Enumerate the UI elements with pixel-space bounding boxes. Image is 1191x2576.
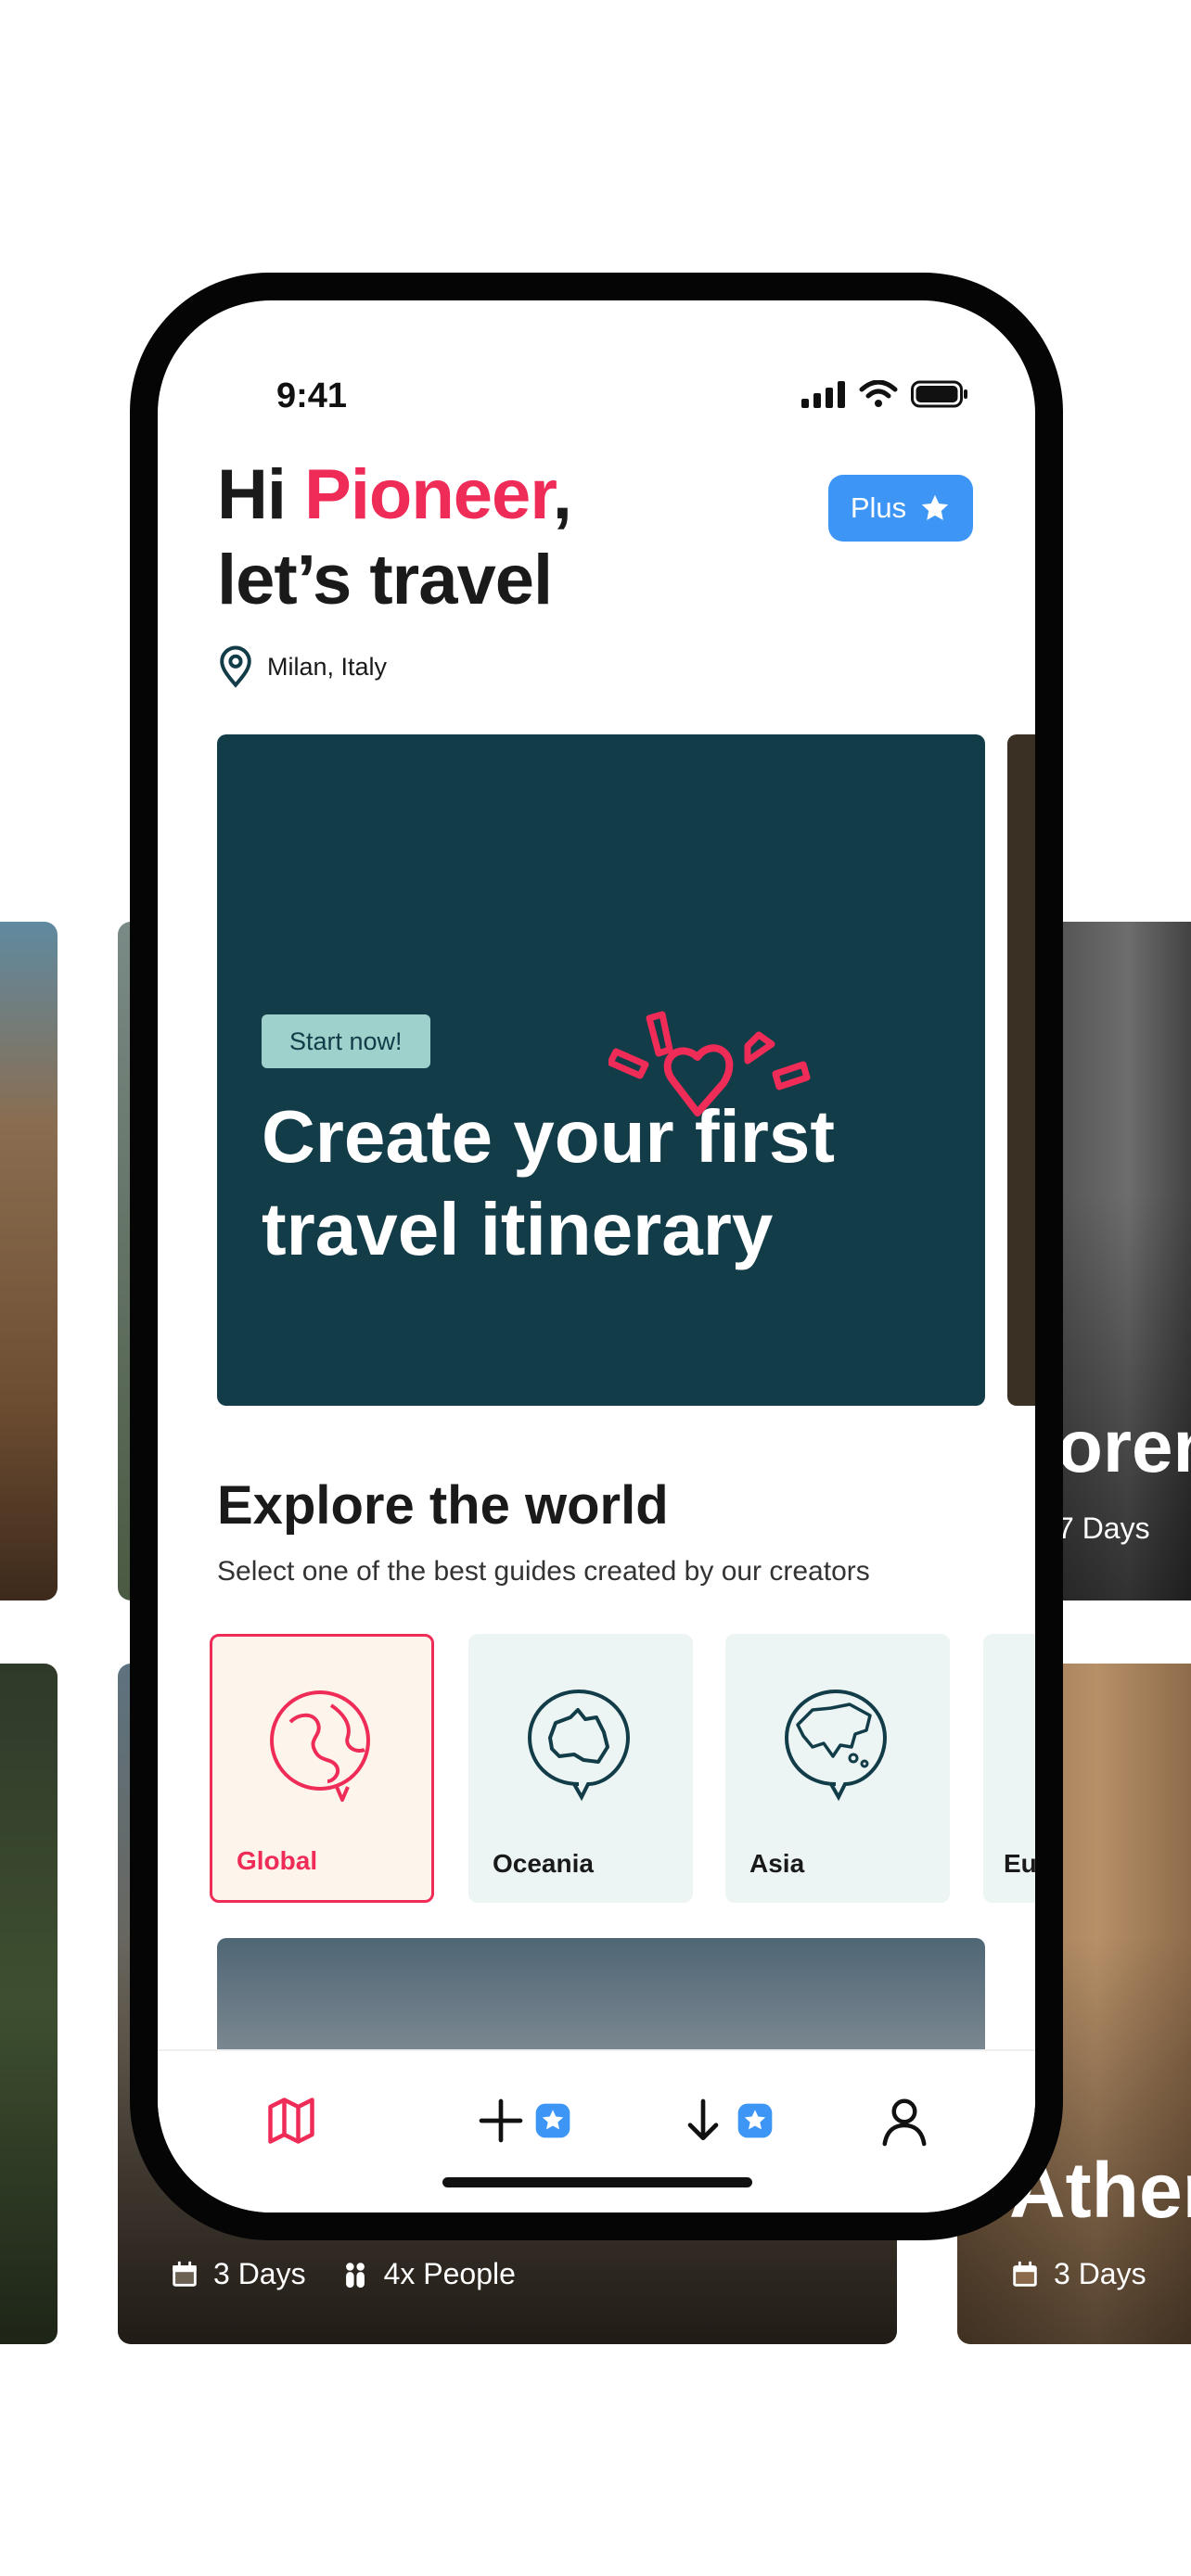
greeting-prefix: Hi <box>217 455 305 534</box>
calendar-icon <box>1013 2261 1037 2287</box>
premium-star-icon <box>535 2103 570 2138</box>
bg-card-meta: 7 Days <box>1057 1511 1150 1546</box>
calendar-icon <box>173 2261 197 2287</box>
greeting-line2: let’s travel <box>217 541 553 619</box>
greeting-suffix: , <box>552 455 572 534</box>
bg-card-far-left-top <box>0 922 58 1600</box>
create-itinerary-card[interactable]: Start now! Create your first travel itin… <box>217 734 985 1406</box>
category-oceania[interactable]: Oceania <box>468 1634 693 1903</box>
category-label: Oceania <box>493 1849 594 1878</box>
bg-card-title: orenc <box>1057 1405 1191 1487</box>
phone-frame: 9:41 Hi Pioneer, let’s travel Plus Milan… <box>130 273 1063 2240</box>
bg-card-meta: 3 Days <box>1009 2257 1146 2291</box>
plus-icon <box>479 2098 523 2143</box>
wifi-icon <box>859 380 898 407</box>
category-label: Asia <box>749 1849 805 1878</box>
premium-star-icon <box>737 2103 773 2138</box>
tab-add[interactable] <box>475 2088 571 2153</box>
user-icon <box>882 2098 927 2147</box>
bg-card-meta: 3 Days 4x People <box>169 2257 516 2291</box>
category-global[interactable]: Global <box>210 1634 434 1903</box>
plus-label: Plus <box>850 491 907 524</box>
explore-title: Explore the world <box>217 1475 669 1536</box>
location-text: Milan, Italy <box>267 652 388 681</box>
home-indicator[interactable] <box>442 2177 752 2187</box>
category-label: Eu <box>1004 1849 1035 1878</box>
app-screen: 9:41 Hi Pioneer, let’s travel Plus Milan… <box>158 300 1035 2213</box>
tab-download[interactable] <box>677 2088 774 2153</box>
start-now-badge[interactable]: Start now! <box>262 1014 430 1068</box>
tab-map[interactable] <box>263 2088 319 2153</box>
greeting-name: Pioneer <box>304 455 554 534</box>
signal-icon <box>801 381 845 408</box>
bg-card-days: 7 Days <box>1057 1511 1150 1545</box>
bg-card-people: 4x People <box>383 2257 516 2290</box>
next-card-peek[interactable] <box>1007 734 1035 1406</box>
plus-button[interactable]: Plus <box>828 475 973 542</box>
globe-icon <box>270 1690 370 1802</box>
location[interactable]: Milan, Italy <box>217 645 387 688</box>
star-icon <box>921 494 949 520</box>
battery-icon <box>911 380 967 408</box>
tab-profile[interactable] <box>877 2088 932 2153</box>
category-europe[interactable]: Eu <box>983 1634 1035 1903</box>
oceania-map-icon <box>527 1689 631 1802</box>
category-asia[interactable]: Asia <box>725 1634 950 1903</box>
people-icon <box>345 2262 365 2288</box>
bg-card-days: 3 Days <box>213 2257 306 2290</box>
category-label: Global <box>237 1846 318 1875</box>
asia-map-icon <box>784 1689 888 1802</box>
heart-icon <box>608 1011 811 1116</box>
guide-card-peek[interactable] <box>217 1938 985 2049</box>
status-icons <box>801 380 968 408</box>
bg-card-days: 3 Days <box>1054 2257 1146 2290</box>
explore-subtitle: Select one of the best guides created by… <box>217 1556 870 1587</box>
location-pin-icon <box>220 645 251 688</box>
map-icon <box>268 2098 314 2144</box>
bg-card-far-left-bottom <box>0 1664 58 2344</box>
download-icon <box>687 2098 719 2140</box>
status-time: 9:41 <box>276 376 348 415</box>
tab-bar <box>158 2049 1035 2213</box>
greeting-heading: Hi Pioneer, let’s travel <box>217 453 572 623</box>
